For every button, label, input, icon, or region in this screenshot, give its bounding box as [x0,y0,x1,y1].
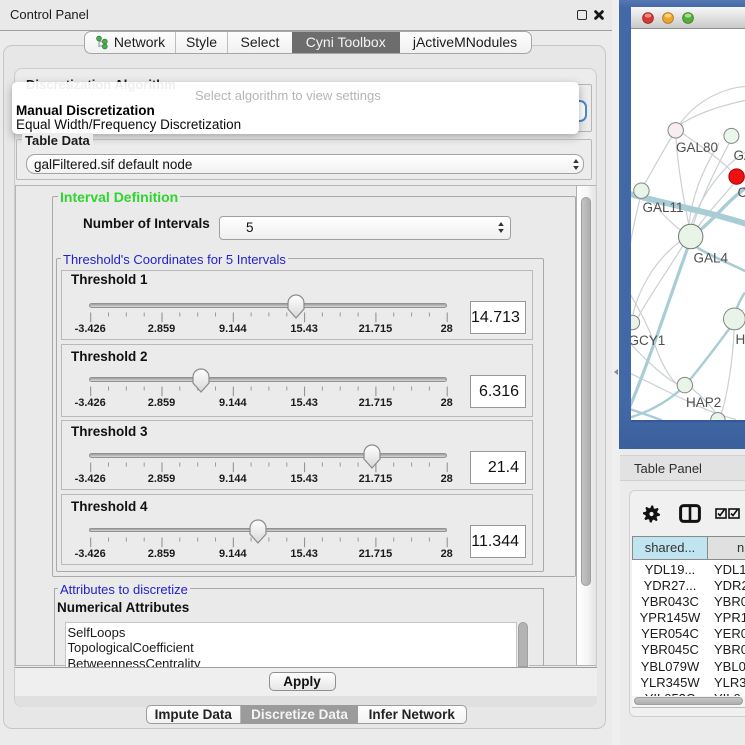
svg-text:GA: GA [734,148,745,163]
svg-text:GCY1: GCY1 [631,333,665,348]
svg-text:HAP2: HAP2 [686,395,721,410]
svg-text:C: C [738,185,745,200]
svg-text:GAL11: GAL11 [643,200,684,215]
svg-text:H: H [736,332,745,347]
svg-text:GAL4: GAL4 [694,250,729,265]
svg-text:GAL80: GAL80 [676,140,718,155]
